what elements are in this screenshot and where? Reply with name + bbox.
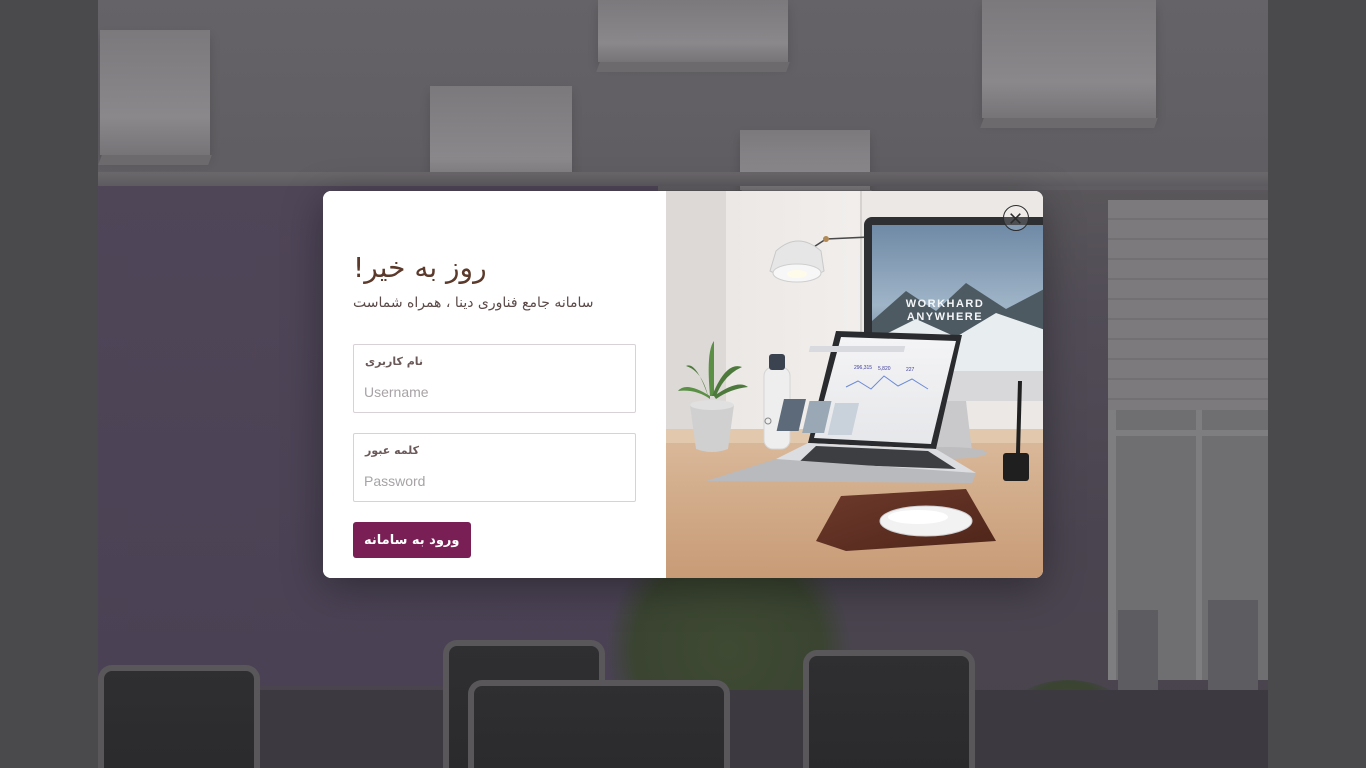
password-input[interactable] xyxy=(364,470,622,492)
workspace-illustration: WORKHARD ANYWHERE 296,315 5,820 227 xyxy=(666,191,1043,578)
chair xyxy=(98,665,260,768)
password-field[interactable]: کلمه عبور xyxy=(353,433,636,502)
monitor-text-2: ANYWHERE xyxy=(907,311,983,323)
stat-3: 227 xyxy=(906,367,915,373)
close-circle-icon xyxy=(1010,212,1021,224)
stat-1: 296,315 xyxy=(854,365,872,371)
city-building xyxy=(1208,600,1258,690)
wall-rail xyxy=(98,172,1268,186)
login-modal: روز به خیر! سامانه جامع فناوری دینا ، هم… xyxy=(323,191,1043,578)
login-form-panel: روز به خیر! سامانه جامع فناوری دینا ، هم… xyxy=(323,191,666,578)
city-building xyxy=(1118,610,1158,690)
username-field[interactable]: نام کاربری xyxy=(353,344,636,413)
ceiling-cube xyxy=(598,0,788,62)
ceiling-cube xyxy=(100,30,210,155)
password-label: کلمه عبور xyxy=(365,444,419,457)
close-button[interactable] xyxy=(1003,205,1029,231)
chair xyxy=(803,650,975,768)
workspace-photo: WORKHARD ANYWHERE 296,315 5,820 227 xyxy=(666,191,1043,578)
login-button[interactable]: ورود به سامانه xyxy=(353,522,471,558)
ceiling-cube xyxy=(982,0,1156,118)
username-input[interactable] xyxy=(364,381,622,403)
window-blind xyxy=(1108,200,1268,410)
page-title: روز به خیر! xyxy=(353,251,487,284)
page-subtitle: سامانه جامع فناوری دینا ، همراه شماست xyxy=(353,295,594,311)
username-label: نام کاربری xyxy=(365,355,424,368)
stat-2: 5,820 xyxy=(878,366,891,372)
chair xyxy=(468,680,730,768)
monitor-text-1: WORKHARD xyxy=(906,298,985,310)
